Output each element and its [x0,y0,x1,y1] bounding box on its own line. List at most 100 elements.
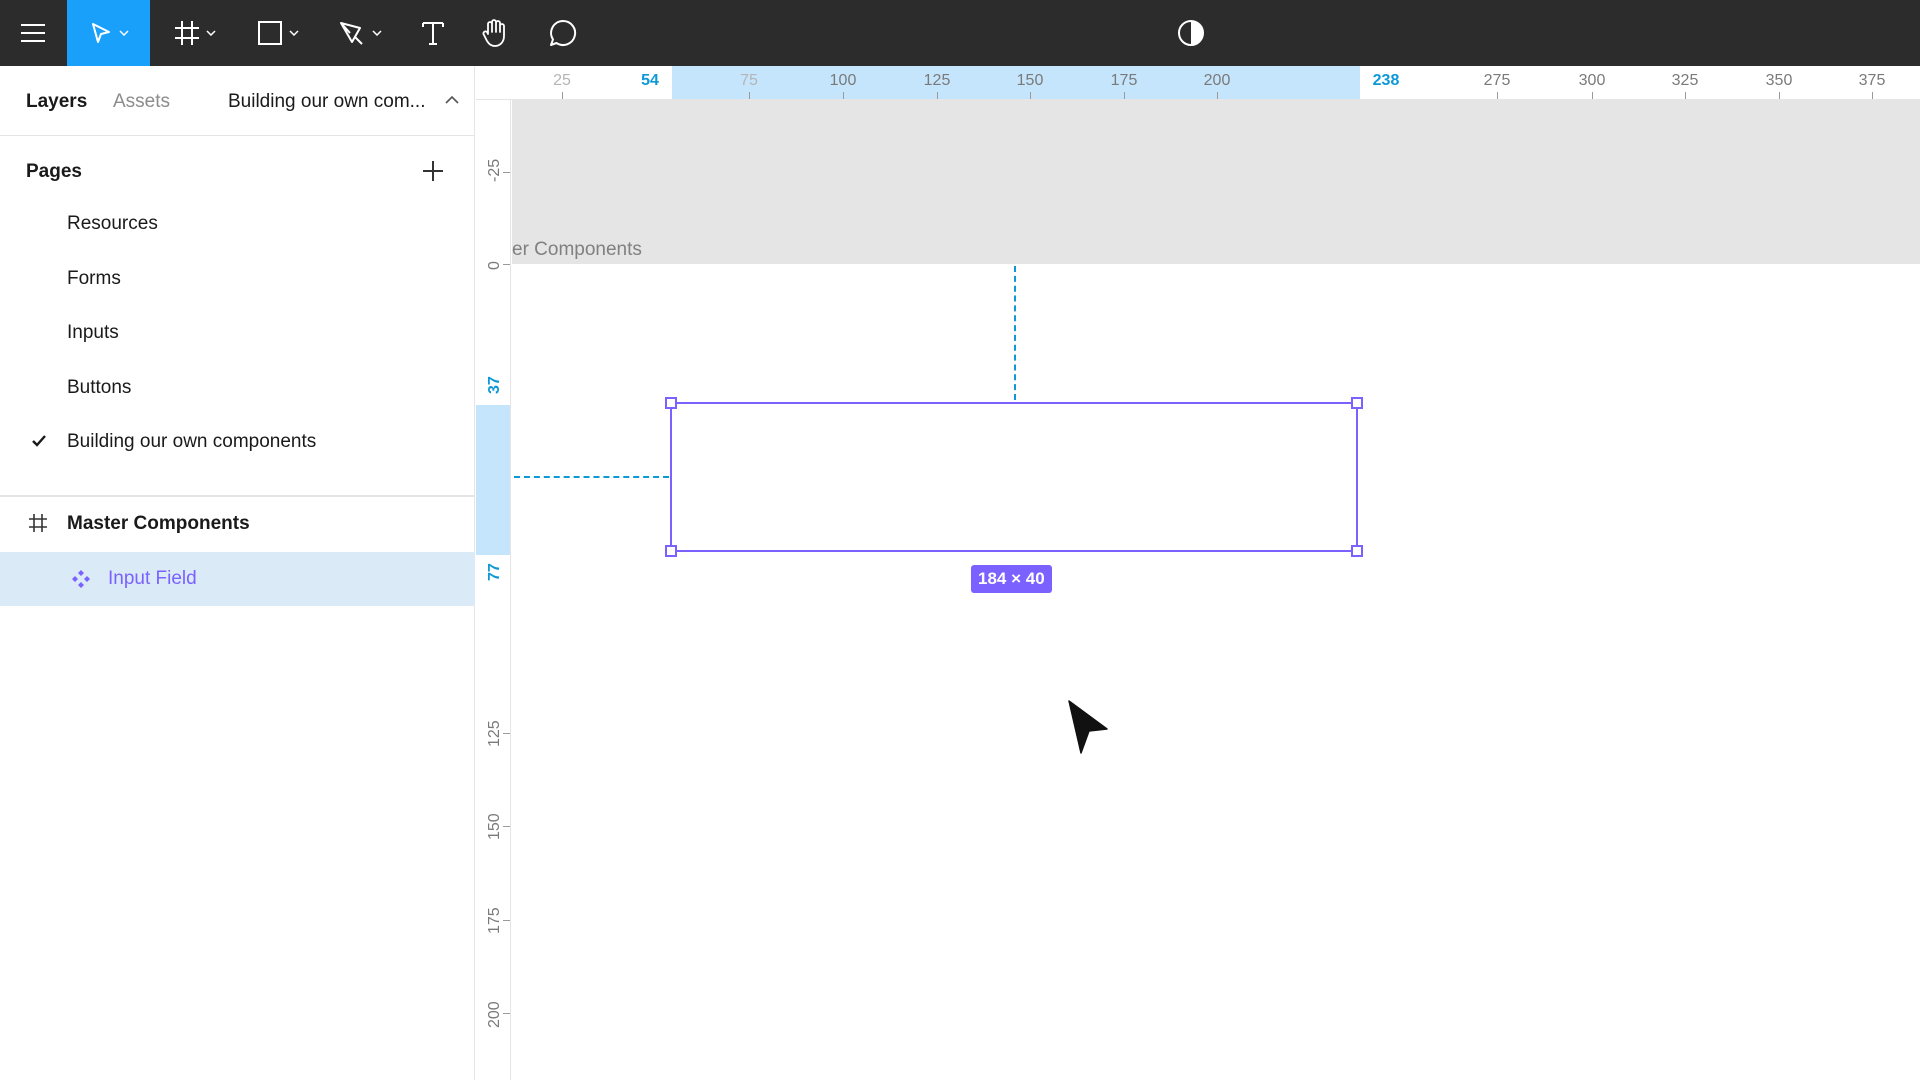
pen-tool-button[interactable] [330,0,390,66]
ruler-tick [1685,92,1686,99]
ruler-tick [1872,92,1873,99]
ruler-tick [1030,92,1031,99]
page-label: Forms [67,268,121,289]
ruler-label: 150 [486,813,503,840]
page-item-inputs[interactable]: Inputs [0,308,475,358]
page-label: Resources [67,213,158,234]
distance-guide-horizontal [514,476,669,478]
ruler-label: 25 [553,72,571,89]
ruler-label: 125 [923,72,951,89]
contrast-half-circle-icon [1178,20,1204,46]
ruler-selection-end-label: 77 [486,563,503,581]
ruler-tick [503,172,510,173]
ruler-label: 175 [1110,72,1138,89]
theme-toggle-button[interactable] [1170,0,1212,66]
page-item-resources[interactable]: Resources [0,199,475,249]
ruler-label: 75 [740,72,758,89]
comment-bubble-icon [550,19,577,46]
resize-handle-top-left[interactable] [665,397,677,409]
ruler-tick [562,92,563,99]
chevron-down-icon [289,30,299,36]
resize-handle-top-right[interactable] [1351,397,1363,409]
page-item-forms[interactable]: Forms [0,254,475,304]
ruler-label: -25 [486,158,503,182]
page-item-buttons[interactable]: Buttons [0,363,475,413]
hamburger-menu-icon [21,24,45,42]
hand-tool-button[interactable] [472,0,518,66]
tab-assets[interactable]: Assets [113,90,170,114]
ruler-label: 100 [829,72,857,89]
ruler-label: 0 [486,261,503,270]
left-panel: Layers Assets Building our own com... Pa… [0,66,475,1080]
ruler-tick [843,92,844,99]
chevron-down-icon [118,30,129,36]
hand-icon [482,19,505,47]
page-item-building-our-own-components[interactable]: Building our own components [0,417,475,467]
comment-tool-button[interactable] [539,0,587,66]
chevron-down-icon [372,30,382,36]
design-canvas[interactable]: er Components 184 × 40 [512,100,1920,1080]
input-field-component[interactable] [665,397,1363,557]
ruler-tick [937,92,938,99]
add-page-plus-icon[interactable] [420,158,446,184]
ruler-label: 200 [486,1001,503,1028]
ruler-label: 300 [1578,72,1606,89]
text-tool-button[interactable] [410,0,456,66]
page-label: Inputs [67,322,119,343]
layer-label: Master Components [67,513,250,534]
rectangle-icon [258,21,282,45]
tab-layers[interactable]: Layers [26,90,87,114]
ruler-tick [1497,92,1498,99]
cursor-arrow-icon [91,23,110,43]
top-ruler[interactable]: 25 54 75 100 125 150 175 200 238 275 300… [476,66,1920,100]
ruler-label: 125 [486,720,503,747]
chevron-down-icon [206,30,216,36]
ruler-tick [1592,92,1593,99]
ruler-tick [503,1013,510,1014]
page-label: Buttons [67,377,132,398]
frame-hash-icon [175,21,199,45]
layer-input-field[interactable]: Input Field [0,552,475,606]
resize-handle-bottom-left[interactable] [665,545,677,557]
ruler-tick [503,733,510,734]
ruler-label: 175 [486,907,503,934]
component-diamond-icon [72,570,90,588]
figma-editor: Layers Assets Building our own com... Pa… [0,0,1920,1080]
ruler-tick [503,826,510,827]
ruler-tick [503,264,510,265]
resize-handle-bottom-right[interactable] [1351,545,1363,557]
ruler-selection-end-label: 238 [1372,72,1400,89]
panel-tabs: Layers Assets Building our own com... [0,66,475,136]
text-T-icon [422,22,444,45]
ruler-selection-start-label: 54 [641,72,659,89]
master-components-frame[interactable] [512,264,1920,1080]
ruler-tick [1124,92,1125,99]
current-page-dropdown[interactable]: Building our own com... [228,90,426,114]
chevron-up-icon[interactable] [445,96,459,104]
checkmark-icon [32,435,46,447]
mouse-pointer-icon [1066,698,1110,756]
pen-icon [340,22,363,45]
ruler-tick [1779,92,1780,99]
frame-tool-button[interactable] [165,0,225,66]
frame-title-label[interactable]: er Components [512,238,642,262]
ruler-tick [1217,92,1218,99]
ruler-label: 150 [1016,72,1044,89]
canvas-background [512,100,1920,264]
page-label: Building our own components [67,431,317,452]
ruler-label: 350 [1765,72,1793,89]
distance-guide-vertical [1014,266,1016,400]
ruler-label: 375 [1858,72,1886,89]
ruler-label: 200 [1203,72,1231,89]
shape-tool-button[interactable] [248,0,308,66]
layer-master-components[interactable]: Master Components [0,497,475,551]
pages-header: Pages [26,161,82,182]
ruler-selection-highlight [476,405,510,555]
ruler-selection-start-label: 37 [486,376,503,394]
move-tool-button[interactable] [67,0,150,66]
layer-label: Input Field [108,568,197,589]
ruler-tick [749,92,750,99]
main-menu-button[interactable] [0,0,66,66]
left-ruler[interactable]: -25 0 37 77 125 150 175 200 [476,100,511,1080]
ruler-label: 325 [1671,72,1699,89]
